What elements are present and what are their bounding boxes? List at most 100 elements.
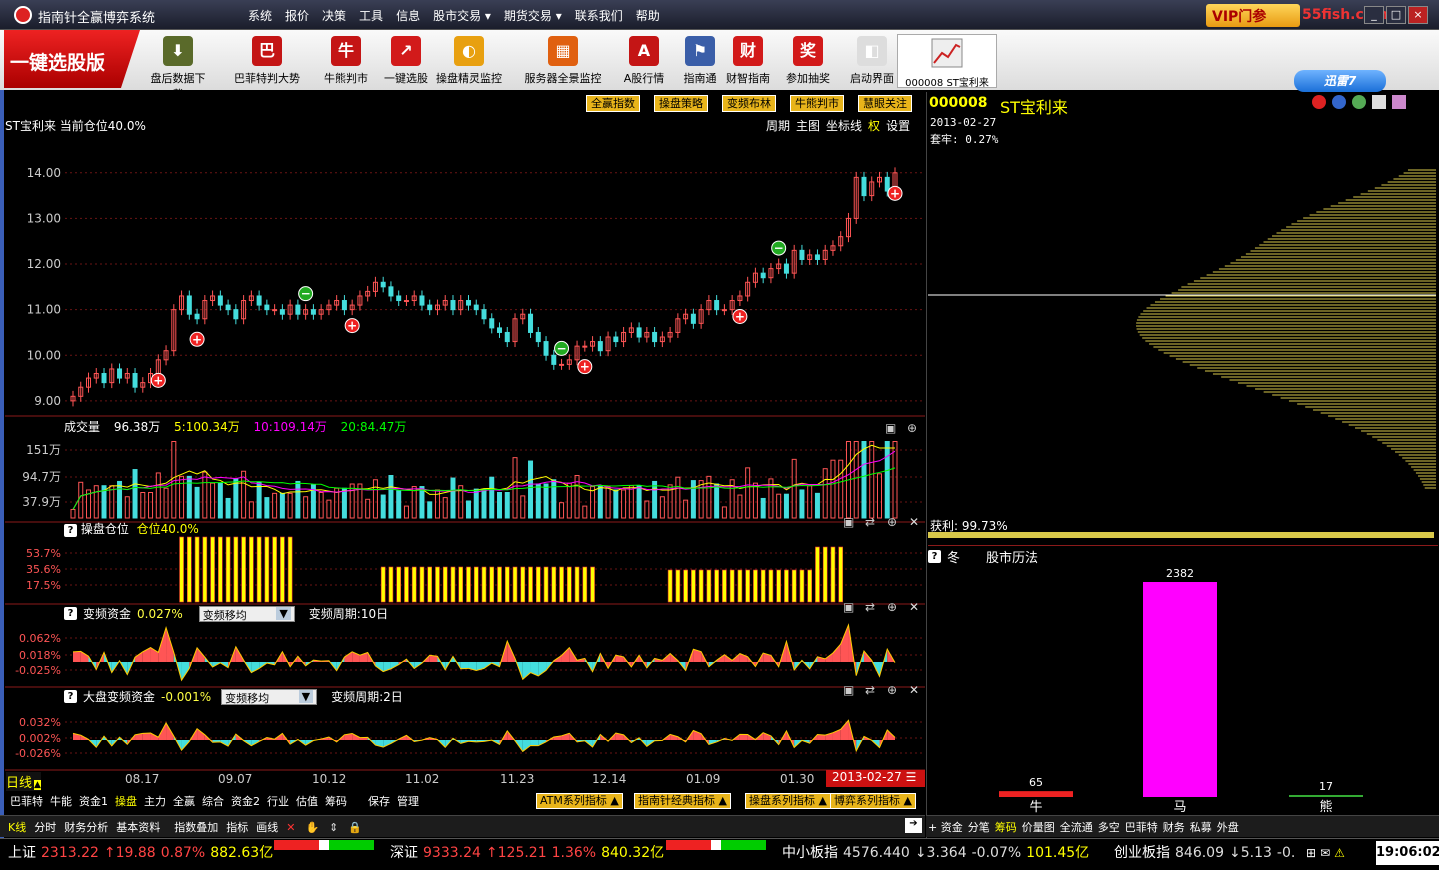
chart-button-2[interactable]: 变频布林 (722, 95, 776, 112)
menu-item-3[interactable]: 工具 (359, 7, 383, 24)
right-tab-0[interactable]: 资金 (941, 821, 963, 834)
toolbar-button-6[interactable]: A A股行情 (612, 36, 676, 86)
toolbar-button-5[interactable]: ▦ 服务器全景监控 (518, 36, 608, 86)
message-icon[interactable]: ✉ (1320, 846, 1330, 860)
pane-window-icon[interactable]: ▣ (843, 600, 854, 614)
pane-window-icon[interactable]: ▣ (885, 421, 896, 435)
indicator-tab-7[interactable]: 资金2 (231, 795, 260, 808)
menu-item-5[interactable]: 股市交易 ▾ (433, 7, 491, 24)
pane-close-icon[interactable]: ✕ (909, 515, 919, 529)
chart-canvas[interactable]: 14.0013.0012.0011.0010.009.00++++++−−−15… (5, 90, 925, 838)
help-icon[interactable]: ? (64, 524, 77, 537)
maximize-icon[interactable]: □ (1386, 6, 1406, 24)
menu-item-4[interactable]: 信息 (396, 7, 420, 24)
close-icon[interactable]: × (1408, 6, 1428, 24)
pane-zoom-icon[interactable]: ⊕ (907, 421, 917, 435)
pane-window-icon[interactable]: ▣ (843, 515, 854, 529)
menu-item-2[interactable]: 决策 (322, 7, 346, 24)
indicator-tab-9[interactable]: 估值 (296, 795, 318, 808)
menu-item-0[interactable]: 系统 (248, 7, 272, 24)
pane-close-icon[interactable]: ✕ (909, 600, 919, 614)
menu-icon[interactable]: ☰ (906, 770, 917, 784)
toolbar-button-0[interactable]: ⬇ 盘后数据下载 (146, 36, 210, 102)
settings-icon[interactable] (1392, 95, 1406, 109)
xunlei-button[interactable]: 迅雷7 (1294, 70, 1386, 92)
indicator-button-2[interactable]: 操盘系列指标 ▲ (745, 793, 831, 809)
pane-close-icon[interactable]: ✕ (909, 683, 919, 697)
pane-zoom-icon[interactable]: ⊕ (887, 683, 897, 697)
network-icon[interactable]: ⊞ (1306, 846, 1316, 860)
menu-item-6[interactable]: 期货交易 ▾ (504, 7, 562, 24)
indicator-tab-4[interactable]: 主力 (144, 795, 166, 808)
right-tab-8[interactable]: 私募 (1190, 821, 1212, 834)
indicator-tab-2[interactable]: 资金1 (79, 795, 108, 808)
indicator-tab-0[interactable]: 巴菲特 (10, 795, 43, 808)
bottom-row-4[interactable]: 指数叠加 (174, 821, 218, 834)
chart-icon[interactable] (1372, 95, 1386, 109)
toolbar-button-8[interactable]: 财财智指南 (716, 36, 780, 86)
arrow-right-icon[interactable]: ➔ (905, 818, 922, 833)
right-tab-3[interactable]: 价量图 (1022, 821, 1055, 834)
minimize-icon[interactable]: _ (1364, 6, 1384, 24)
indicator-tab-8[interactable]: 行业 (267, 795, 289, 808)
toolbar-button-4[interactable]: ◐ 操盘精灵监控 (432, 36, 506, 86)
indicator-tab-12[interactable]: 管理 (397, 795, 419, 808)
menu-item-7[interactable]: 联系我们 (575, 7, 623, 24)
indicator-tab-10[interactable]: 筹码 (325, 795, 347, 808)
toolbar-button-10[interactable]: ◧ 启动界面 (840, 36, 904, 86)
right-tab-7[interactable]: 财务 (1163, 821, 1185, 834)
indicator-button-1[interactable]: 指南针经典指标 ▲ (634, 793, 731, 809)
toolbar-button-2[interactable]: 牛牛熊判市 (314, 36, 378, 86)
right-tab-4[interactable]: 全流通 (1060, 821, 1093, 834)
bottom-row-2[interactable]: 财务分析 (64, 821, 108, 834)
pane-swap-icon[interactable]: ⇄ (865, 683, 875, 697)
menu-item-1[interactable]: 报价 (285, 7, 309, 24)
indicator-button-0[interactable]: ATM系列指标 ▲ (536, 793, 623, 809)
help-icon[interactable]: ? (928, 550, 941, 563)
dp-select[interactable]: 变频移均 ▼ (221, 688, 318, 705)
menu-item-8[interactable]: 帮助 (636, 7, 660, 24)
indicator-tab-6[interactable]: 综合 (202, 795, 224, 808)
pane-zoom-icon[interactable]: ⊕ (887, 515, 897, 529)
indicator-tab-3[interactable]: 操盘 (115, 795, 137, 808)
bottom-row-0[interactable]: K线 (8, 821, 26, 834)
pane-window-icon[interactable]: ▣ (843, 683, 854, 697)
indicator-button-3[interactable]: 博弈系列指标 ▲ (830, 793, 916, 809)
right-tab-1[interactable]: 分笔 (968, 821, 990, 834)
chart-button-3[interactable]: 牛熊判市 (790, 95, 844, 112)
pane-zoom-icon[interactable]: ⊕ (887, 600, 897, 614)
toolbar-button-3[interactable]: ↗ 一键选股 (374, 36, 438, 86)
alert-icon[interactable]: ⚠ (1334, 846, 1345, 860)
stock-thumbnail[interactable]: 000008 ST宝利来 (897, 34, 997, 89)
bp-select[interactable]: 变频移均 ▼ (198, 605, 295, 622)
pane-swap-icon[interactable]: ⇄ (865, 600, 875, 614)
hand-icon[interactable]: ✋ (305, 821, 319, 834)
delete-icon[interactable]: ✕ (286, 821, 295, 834)
bottom-row-5[interactable]: 指标 (226, 821, 248, 834)
right-tab-9[interactable]: 外盘 (1217, 821, 1239, 834)
indicator-tab-5[interactable]: 全赢 (173, 795, 195, 808)
lock-icon[interactable]: 🔒 (348, 821, 362, 834)
refresh-icon[interactable] (1332, 95, 1346, 109)
right-tab-2[interactable]: 筹码 (995, 821, 1017, 834)
toolbar-button-1[interactable]: 巴巴菲特判大势 (230, 36, 304, 86)
help-icon[interactable]: ? (64, 690, 77, 703)
bottom-row-3[interactable]: 基本资料 (116, 821, 160, 834)
play-icon[interactable] (1312, 95, 1326, 109)
right-tab-6[interactable]: 巴菲特 (1125, 821, 1158, 834)
drag-icon[interactable]: ⇕ (329, 821, 338, 834)
indicator-tab-11[interactable]: 保存 (368, 795, 390, 808)
toolbar-button-9[interactable]: 奖参加抽奖 (776, 36, 840, 86)
help-icon[interactable]: ? (64, 607, 77, 620)
chart-button-4[interactable]: 慧眼关注 (858, 95, 912, 112)
right-tab-5[interactable]: 多空 (1098, 821, 1120, 834)
chart-button-0[interactable]: 全赢指数 (586, 95, 640, 112)
bottom-row-6[interactable]: 画线 (256, 821, 278, 834)
bottom-row-1[interactable]: 分时 (34, 821, 56, 834)
pane-swap-icon[interactable]: ⇄ (865, 515, 875, 529)
indicator-tab-1[interactable]: 牛能 (50, 795, 72, 808)
chart-button-1[interactable]: 操盘策略 (654, 95, 708, 112)
globe-icon[interactable] (1352, 95, 1366, 109)
plus-icon[interactable]: + (928, 821, 941, 834)
vip-button[interactable]: VIP门参 (1206, 4, 1300, 27)
